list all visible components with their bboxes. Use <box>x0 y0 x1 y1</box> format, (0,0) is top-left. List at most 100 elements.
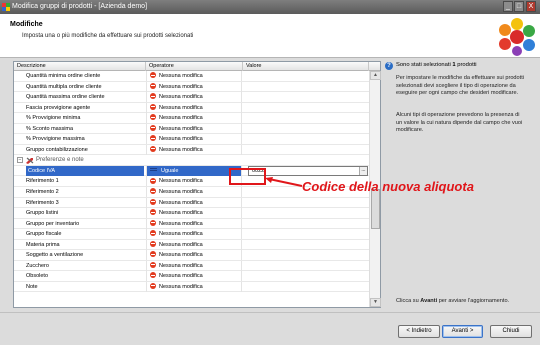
row-value[interactable] <box>243 250 369 260</box>
row-value[interactable] <box>243 219 369 229</box>
table-row[interactable]: Gruppo listini Nessuna modifica <box>14 208 369 219</box>
operator-label: Nessuna modifica <box>159 104 203 111</box>
row-operator[interactable]: Nessuna modifica <box>146 123 242 134</box>
table-row[interactable]: Note Nessuna modifica <box>14 281 369 293</box>
row-value[interactable] <box>243 113 369 123</box>
row-description: Quantità massima ordine cliente <box>26 94 105 101</box>
column-header-operatore[interactable]: Operatore <box>146 62 243 71</box>
row-description: % Sconto massima <box>26 125 74 132</box>
row-operator[interactable]: Nessuna modifica <box>146 71 242 81</box>
no-change-icon <box>150 72 156 79</box>
maximize-button[interactable]: □ <box>514 1 524 12</box>
row-operator[interactable]: Nessuna modifica <box>146 134 242 145</box>
row-operator[interactable]: Nessuna modifica <box>146 197 242 208</box>
table-row[interactable]: Fascia provvigione agente Nessuna modific… <box>14 102 369 114</box>
row-value[interactable] <box>243 229 369 239</box>
table-row[interactable]: % Sconto massima Nessuna modifica <box>14 123 369 135</box>
no-change-icon <box>150 282 156 289</box>
minimize-button[interactable]: _ <box>503 1 513 12</box>
row-value[interactable] <box>243 271 369 281</box>
row-description: % Provvigione minima <box>26 115 81 122</box>
table-row[interactable]: Quantità minima ordine cliente Nessuna mo… <box>14 71 369 82</box>
row-value[interactable] <box>243 145 369 155</box>
no-change-icon <box>150 209 156 216</box>
row-value[interactable] <box>243 208 369 218</box>
row-description: Obsoleto <box>26 273 49 280</box>
no-change-icon <box>150 198 156 205</box>
no-change-icon <box>150 114 156 121</box>
row-value[interactable] <box>243 92 369 102</box>
row-description: Riferimento 2 <box>26 189 59 196</box>
row-operator[interactable]: Nessuna modifica <box>146 229 242 240</box>
row-operator[interactable]: Nessuna modifica <box>146 176 242 187</box>
table-row[interactable]: Quantità massima ordine cliente Nessuna m… <box>14 92 369 103</box>
table-row[interactable]: Riferimento 3 Nessuna modifica <box>14 197 369 209</box>
value-input[interactable]: 0022... <box>248 165 368 176</box>
close-window-button[interactable]: X <box>526 1 536 12</box>
scroll-thumb[interactable] <box>371 189 380 229</box>
operator-label: Nessuna modifica <box>159 94 203 101</box>
table-row[interactable]: Gruppo per inventario Nessuna modifica <box>14 218 369 230</box>
table-row-selected[interactable]: Codice IVA Uguale 0022... <box>14 165 369 177</box>
row-operator[interactable]: Nessuna modifica <box>146 218 242 229</box>
row-value[interactable] <box>243 103 369 113</box>
table-row[interactable]: Quantità multipla ordine cliente Nessuna … <box>14 81 369 93</box>
scroll-down-icon[interactable]: ▼ <box>370 298 381 307</box>
close-button[interactable]: Chiudi <box>490 325 532 338</box>
row-operator[interactable]: Nessuna modifica <box>146 102 242 113</box>
table-row[interactable]: % Provvigione minima Nessuna modifica <box>14 113 369 124</box>
operator-label: Nessuna modifica <box>159 146 203 153</box>
operator-label: Nessuna modifica <box>159 283 203 290</box>
column-header-valore[interactable]: Valore <box>243 62 369 71</box>
row-operator[interactable]: Uguale <box>146 165 242 176</box>
row-description: Gruppo listini <box>26 210 59 217</box>
no-change-icon <box>150 251 156 258</box>
table-row[interactable]: Gruppo fiscale Nessuna modifica <box>14 229 369 240</box>
help-panel: ? Sono stati selezionati 1 prodotti Per … <box>383 61 535 308</box>
no-change-icon <box>150 145 156 152</box>
group-row-preferenze[interactable]: − Preferenze e note <box>14 155 369 166</box>
table-row[interactable]: Zucchero Nessuna modifica <box>14 260 369 272</box>
row-operator[interactable]: Nessuna modifica <box>146 113 242 124</box>
no-change-icon <box>150 124 156 131</box>
row-operator[interactable]: Nessuna modifica <box>146 239 242 250</box>
row-operator[interactable]: Nessuna modifica <box>146 281 242 292</box>
row-operator[interactable]: Nessuna modifica <box>146 92 242 103</box>
operator-label: Nessuna modifica <box>159 189 203 196</box>
row-value[interactable] <box>243 261 369 271</box>
table-row[interactable]: Soggetto a ventilazione Nessuna modifica <box>14 250 369 261</box>
row-operator[interactable]: Nessuna modifica <box>146 81 242 92</box>
page-title: Modifiche <box>10 21 43 28</box>
row-operator[interactable]: Nessuna modifica <box>146 144 242 155</box>
row-value[interactable] <box>243 82 369 92</box>
table-row[interactable]: Obsoleto Nessuna modifica <box>14 271 369 282</box>
table-row[interactable]: Gruppo contabilizzazione Nessuna modifica <box>14 144 369 156</box>
no-change-icon <box>150 261 156 268</box>
operator-label: Nessuna modifica <box>159 241 203 248</box>
back-button[interactable]: < Indietro <box>398 325 440 338</box>
row-value[interactable] <box>243 71 369 81</box>
collapse-toggle-icon[interactable]: − <box>17 157 23 164</box>
table-row[interactable]: Materia prima Nessuna modifica <box>14 239 369 251</box>
next-button[interactable]: Avanti > <box>442 325 483 338</box>
row-description: Fascia provvigione agente <box>26 104 91 111</box>
operator-label: Nessuna modifica <box>159 210 203 217</box>
no-change-icon <box>150 103 156 110</box>
row-operator[interactable]: Nessuna modifica <box>146 187 242 198</box>
ellipsis-button[interactable]: ... <box>359 166 367 175</box>
scroll-up-icon[interactable]: ▲ <box>370 71 381 80</box>
selection-summary: Sono stati selezionati 1 prodotti <box>396 62 477 68</box>
column-header-descrizione[interactable]: Descrizione <box>14 62 146 71</box>
table-row[interactable]: % Provvigione massima Nessuna modifica <box>14 134 369 145</box>
group-label: Preferenze e note <box>36 157 84 164</box>
row-value[interactable] <box>243 124 369 134</box>
row-value[interactable] <box>243 198 369 208</box>
row-operator[interactable]: Nessuna modifica <box>146 271 242 282</box>
row-operator[interactable]: Nessuna modifica <box>146 260 242 271</box>
row-value[interactable] <box>243 134 369 144</box>
row-value[interactable] <box>243 282 369 292</box>
row-value[interactable] <box>243 240 369 250</box>
row-operator[interactable]: Nessuna modifica <box>146 250 242 261</box>
row-operator[interactable]: Nessuna modifica <box>146 208 242 219</box>
value-highlight-box <box>229 168 266 185</box>
